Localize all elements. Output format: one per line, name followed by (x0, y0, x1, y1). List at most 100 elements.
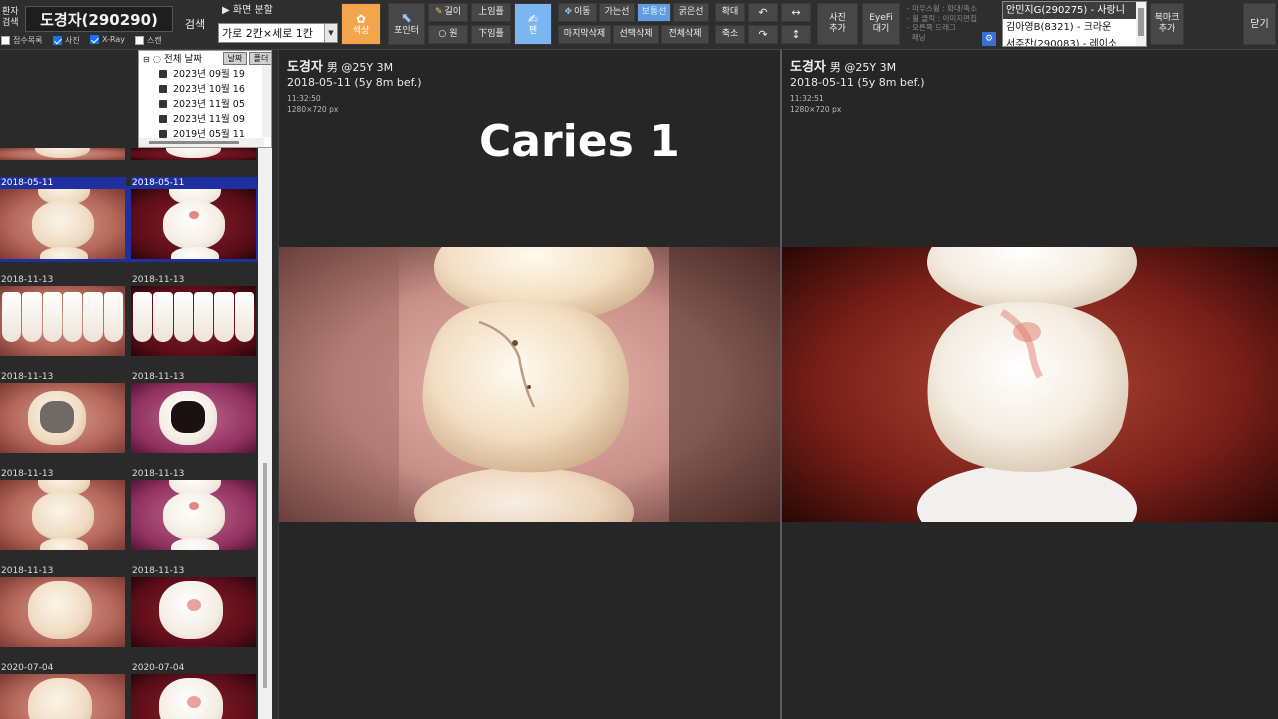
tree-node[interactable]: 2023년 11월 05 (159, 97, 245, 112)
viewer-time: 11:32:51 (790, 94, 824, 103)
pointer-button[interactable]: ⬉ 포인터 (388, 3, 425, 45)
delete-last-button[interactable]: 마지막삭제 (558, 25, 611, 44)
viewer-left[interactable]: 도경자 男 @25Y 3M 2018-05-11 (5y 8m bef.) 11:… (279, 50, 780, 719)
checkbox-scan[interactable]: 스캔 (135, 35, 162, 46)
lower-implant-button[interactable]: 下임플 (471, 25, 511, 44)
annotation-text[interactable]: Caries 1 (479, 116, 680, 167)
thumbnail-date: 2018-05-11 (131, 177, 257, 189)
waiting-queue-list[interactable]: 안민지G(290275) - 사랑니 김아영B(8321) - 크라운 서주찬(… (1002, 1, 1147, 47)
pen-button[interactable]: ✍ 펜 (514, 3, 552, 45)
thumbnail-image[interactable] (128, 186, 259, 262)
delete-all-button[interactable]: 전체삭제 (661, 25, 709, 44)
thumbnail-image[interactable] (131, 480, 256, 550)
thumbnail-image[interactable] (131, 286, 256, 356)
chevron-down-icon[interactable]: ▼ (324, 24, 337, 42)
checkbox-box[interactable] (90, 35, 99, 44)
thin-line-button[interactable]: 가는선 (599, 3, 635, 22)
tree-node[interactable]: 2023년 09월 19 (159, 67, 245, 82)
add-photo-button[interactable]: 사진 추가 (817, 3, 858, 45)
flip-horizontal-icon[interactable]: ↔ (781, 3, 811, 22)
tab-folder[interactable]: 폴더 (249, 52, 271, 65)
thumbnail[interactable]: 2018-11-13 (131, 274, 257, 356)
add-bookmark-button[interactable]: 북마크 추가 (1150, 3, 1184, 45)
thumbnail-partial[interactable] (131, 148, 256, 160)
thumbnail-image[interactable] (0, 186, 128, 262)
patient-name-field[interactable]: 도경자(290290) (25, 6, 173, 32)
thumbnail[interactable]: 2018-05-11 (128, 177, 259, 262)
thumbnail[interactable]: 2018-11-13 (131, 565, 257, 647)
circle-button[interactable]: ○ 원 (428, 25, 468, 44)
split-select[interactable]: 가로 2칸×세로 1칸 ▼ (218, 23, 338, 43)
length-button[interactable]: ✎ 길이 (428, 3, 468, 22)
thumbnail[interactable]: 2018-05-11 (0, 177, 128, 262)
zoom-in-button[interactable]: 확대 (715, 3, 745, 22)
scroll-thumb[interactable] (1138, 8, 1144, 36)
zoom-out-button[interactable]: 축소 (715, 25, 745, 44)
intraoral-photo[interactable] (279, 247, 780, 522)
close-button[interactable]: 닫기 (1243, 3, 1276, 45)
thumbnail-image[interactable] (131, 383, 256, 453)
move-button[interactable]: ✥ 이동 (558, 3, 597, 22)
gear-icon[interactable]: ⚙ (982, 32, 996, 46)
checkbox-box[interactable] (1, 36, 10, 45)
list-item[interactable]: 안민지G(290275) - 사랑니 (1003, 2, 1146, 19)
flip-vertical-icon[interactable]: ↕ (781, 25, 811, 44)
tree-node-label: 2023년 11월 05 (173, 99, 245, 110)
scroll-thumb[interactable] (263, 463, 267, 688)
checkbox-xray[interactable]: X-Ray (90, 35, 125, 44)
panel-divider[interactable] (272, 50, 279, 719)
thumbnail[interactable]: 2018-11-13 (0, 565, 126, 647)
thumbnail-image[interactable] (0, 383, 125, 453)
search-button[interactable]: 검색 (176, 6, 214, 42)
thumbnail-image[interactable] (0, 577, 125, 647)
thumbnail-image[interactable] (131, 577, 256, 647)
upper-implant-button[interactable]: 上임플 (471, 3, 511, 22)
date-tree[interactable]: ⊟ ◌ 전체 날짜 날짜 폴더 2023년 09월 19 2023년 10월 16 … (138, 50, 272, 148)
thumbnail-image[interactable] (131, 674, 256, 719)
thumbnail-partial[interactable] (0, 148, 125, 160)
list-item[interactable]: 서주찬(290083) - 레이소 (1003, 36, 1146, 46)
eyefi-wait-button[interactable]: EyeFi 대기 (862, 3, 900, 45)
checkbox-reception-list[interactable]: 접수목록 (1, 35, 42, 46)
tree-root-label: 전체 날짜 (164, 54, 202, 65)
thumbnail-scrollbar[interactable] (258, 148, 272, 719)
queue-scrollbar[interactable] (1136, 2, 1146, 46)
thumbnail[interactable]: 2018-11-13 (131, 371, 257, 453)
tree-vertical-scrollbar[interactable] (262, 65, 271, 137)
viewer-right[interactable]: 도경자 男 @25Y 3M 2018-05-11 (5y 8m bef.) 11:… (782, 50, 1278, 719)
rotate-ccw-icon[interactable]: ↶ (748, 3, 778, 22)
color-button[interactable]: ✿ 색상 (341, 3, 381, 45)
thumbnail[interactable]: 2018-11-13 (0, 371, 126, 453)
filling-shape (40, 401, 74, 433)
thumbnail-image[interactable] (0, 286, 125, 356)
tree-root[interactable]: ⊟ ◌ 전체 날짜 (143, 53, 202, 67)
delete-selected-button[interactable]: 선택삭제 (613, 25, 659, 44)
collapse-icon[interactable]: ⊟ (143, 55, 150, 64)
thumbnail[interactable]: 2018-11-13 (131, 468, 257, 550)
tree-horizontal-scrollbar[interactable] (139, 138, 264, 147)
list-item[interactable]: 김아영B(8321) - 크라운 (1003, 19, 1146, 36)
thumbnail-image[interactable] (0, 480, 125, 550)
rotate-cw-icon[interactable]: ↷ (748, 25, 778, 44)
scroll-thumb[interactable] (149, 141, 239, 144)
checkbox-photo[interactable]: 사진 (53, 35, 80, 46)
viewer-image-size: 1280×720 px (790, 105, 842, 114)
normal-line-button[interactable]: 보통선 (637, 3, 671, 22)
thumbnail[interactable]: 2018-11-13 (0, 468, 126, 550)
tree-node[interactable]: 2023년 10월 16 (159, 82, 245, 97)
thumbnail[interactable]: 2018-11-13 (0, 274, 126, 356)
thumbnail-date: 2018-11-13 (132, 372, 185, 382)
tooth-shape (133, 292, 153, 342)
thumbnail[interactable]: 2020-07-04 (0, 662, 126, 719)
checkbox-box[interactable] (53, 36, 62, 45)
tree-node[interactable]: 2023년 11월 09 (159, 112, 245, 127)
thumbnail-image[interactable] (0, 674, 125, 719)
patient-search-label: 환자 검색 (2, 7, 19, 28)
transillumination-photo[interactable] (782, 247, 1278, 522)
length-button-label: 길이 (444, 7, 462, 17)
thumbnail[interactable]: 2020-07-04 (131, 662, 257, 719)
tooth-shape (193, 292, 214, 342)
checkbox-box[interactable] (135, 36, 144, 45)
tab-date[interactable]: 날짜 (223, 52, 247, 65)
thick-line-button[interactable]: 굵은선 (673, 3, 709, 22)
